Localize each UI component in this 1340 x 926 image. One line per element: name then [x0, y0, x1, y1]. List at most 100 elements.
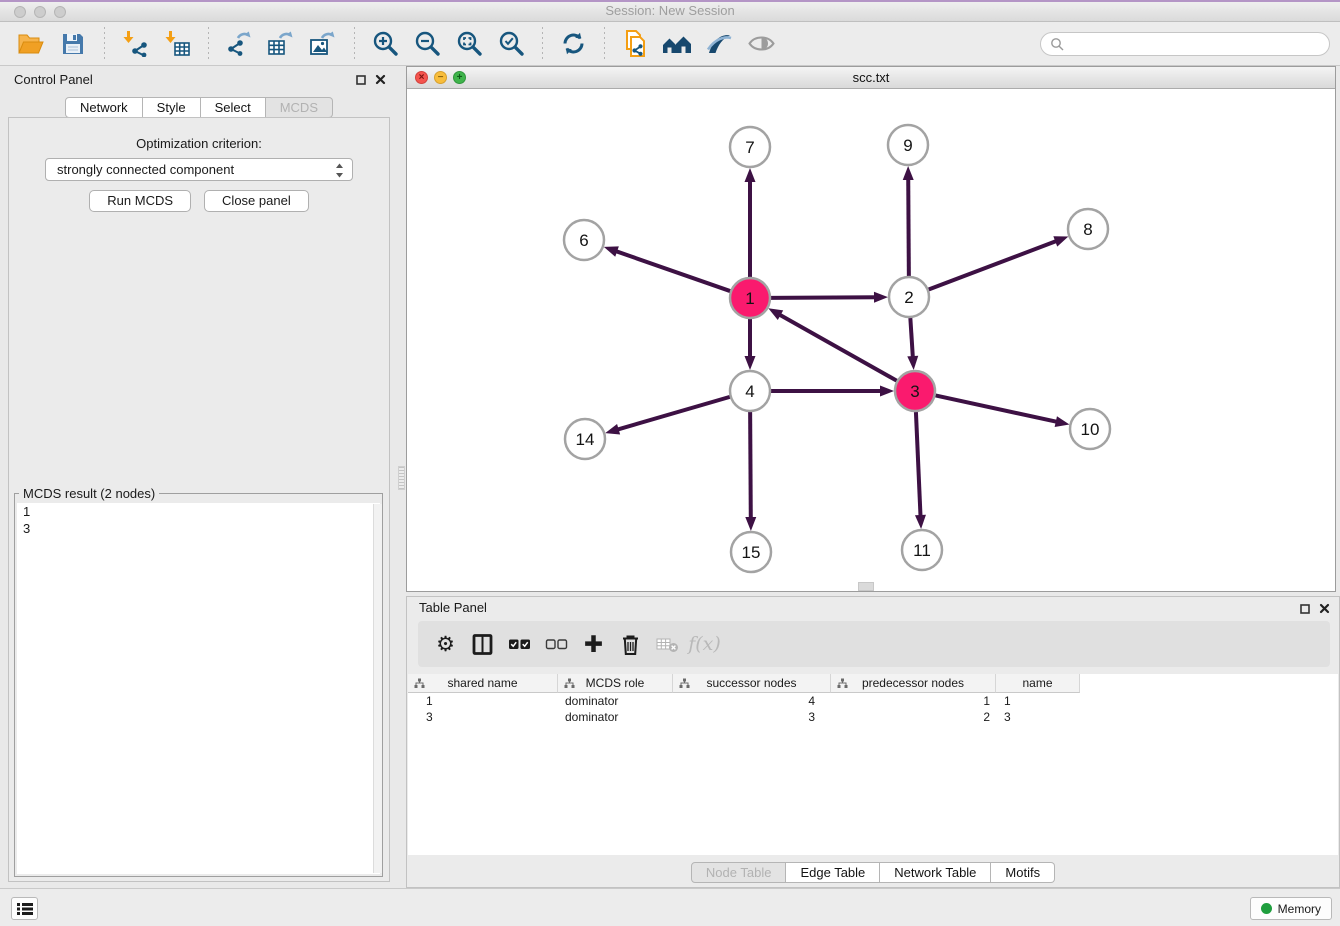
zoom-in-button[interactable] — [368, 27, 402, 61]
refresh-button[interactable] — [556, 27, 590, 61]
table-panel-tabs: Node TableEdge TableNetwork TableMotifs — [407, 862, 1339, 883]
search-box[interactable] — [1040, 32, 1330, 56]
edge-4-14[interactable] — [605, 397, 730, 435]
vertical-splitter-grip[interactable] — [398, 466, 405, 490]
create-column-button[interactable]: ✚ — [575, 626, 612, 662]
zoom-selected-button[interactable] — [494, 27, 528, 61]
main-toolbar — [0, 22, 1340, 66]
run-mcds-button[interactable]: Run MCDS — [89, 190, 191, 212]
edge-4-3[interactable] — [771, 386, 894, 397]
edge-3-11[interactable] — [915, 412, 926, 529]
cell-successor-nodes[interactable]: 4 — [673, 693, 831, 709]
export-network-button[interactable] — [222, 27, 256, 61]
edge-4-15[interactable] — [745, 412, 756, 531]
save-session-button[interactable] — [56, 27, 90, 61]
search-input[interactable] — [1069, 35, 1320, 52]
tab-node-table[interactable]: Node Table — [691, 862, 787, 883]
column-header-successor-nodes[interactable]: successor nodes — [673, 674, 831, 693]
node-10[interactable]: 10 — [1070, 409, 1110, 449]
edge-3-10[interactable] — [936, 395, 1070, 426]
node-11[interactable]: 11 — [902, 530, 942, 570]
node-15[interactable]: 15 — [731, 532, 771, 572]
edge-2-8[interactable] — [929, 236, 1069, 289]
toolbar-separator — [207, 27, 209, 61]
column-header-shared-name[interactable]: shared name — [408, 674, 558, 693]
node-7[interactable]: 7 — [730, 127, 770, 167]
tab-style[interactable]: Style — [143, 97, 201, 118]
table-settings-button[interactable]: ⚙ — [427, 626, 464, 662]
gear-icon: ⚙ — [436, 632, 455, 657]
close-panel-icon[interactable] — [375, 74, 386, 85]
cell-mcds-role[interactable]: dominator — [558, 693, 673, 709]
open-session-button[interactable] — [14, 27, 48, 61]
destroy-table-button[interactable] — [649, 626, 686, 662]
cell-name[interactable]: 1 — [996, 693, 1080, 709]
node-14[interactable]: 14 — [565, 419, 605, 459]
edge-2-9[interactable] — [903, 166, 914, 276]
node-4[interactable]: 4 — [730, 371, 770, 411]
network-window-titlebar[interactable]: × − + scc.txt — [407, 67, 1335, 89]
task-history-button[interactable] — [11, 897, 38, 920]
column-type-icon — [414, 678, 425, 689]
table-row[interactable]: 3dominator323 — [408, 709, 1338, 725]
memory-button[interactable]: Memory — [1250, 897, 1332, 920]
import-network-button[interactable] — [118, 27, 152, 61]
cell-name[interactable]: 3 — [996, 709, 1080, 725]
function-builder-button[interactable]: f(x) — [686, 626, 723, 662]
close-panel-icon[interactable] — [1319, 603, 1330, 614]
cell-successor-nodes[interactable]: 3 — [673, 709, 831, 725]
tab-select[interactable]: Select — [201, 97, 266, 118]
delete-column-button[interactable] — [612, 626, 649, 662]
export-table-button[interactable] — [264, 27, 298, 61]
float-panel-icon[interactable] — [1300, 604, 1310, 614]
edge-3-1[interactable] — [768, 308, 896, 380]
export-image-button[interactable] — [306, 27, 340, 61]
apply-style-button[interactable] — [702, 27, 736, 61]
mcds-result-list[interactable]: 13 — [17, 503, 380, 874]
layout-houses-button[interactable] — [660, 27, 694, 61]
zoom-fit-button[interactable] — [452, 27, 486, 61]
edge-2-3[interactable] — [907, 318, 918, 370]
column-header-predecessor-nodes[interactable]: predecessor nodes — [831, 674, 996, 693]
svg-text:6: 6 — [579, 231, 588, 250]
cell-predecessor-nodes[interactable]: 2 — [831, 709, 996, 725]
deselect-all-columns-button[interactable] — [538, 626, 575, 662]
tab-mcds[interactable]: MCDS — [266, 97, 333, 118]
float-panel-icon[interactable] — [356, 75, 366, 85]
tab-network-table[interactable]: Network Table — [880, 862, 991, 883]
result-scrollbar[interactable] — [373, 504, 382, 873]
mcds-result-box: MCDS result (2 nodes) 13 — [14, 493, 383, 877]
node-6[interactable]: 6 — [564, 220, 604, 260]
node-9[interactable]: 9 — [888, 125, 928, 165]
node-2[interactable]: 2 — [889, 277, 929, 317]
tab-network[interactable]: Network — [65, 97, 143, 118]
edge-1-2[interactable] — [771, 292, 888, 303]
edge-1-7[interactable] — [745, 168, 756, 277]
import-table-button[interactable] — [160, 27, 194, 61]
tab-edge-table[interactable]: Edge Table — [786, 862, 880, 883]
node-8[interactable]: 8 — [1068, 209, 1108, 249]
clone-network-button[interactable] — [618, 27, 652, 61]
show-hide-button[interactable] — [744, 27, 778, 61]
edge-1-6[interactable] — [604, 246, 730, 291]
column-header-name[interactable]: name — [996, 674, 1080, 693]
close-panel-button[interactable]: Close panel — [204, 190, 309, 212]
show-columns-button[interactable] — [464, 626, 501, 662]
zoom-out-button[interactable] — [410, 27, 444, 61]
horizontal-splitter-grip[interactable] — [858, 582, 874, 591]
network-canvas[interactable]: 7 9 6 8 1 2 4 3 14 10 15 11 — [407, 89, 1335, 591]
edge-1-4[interactable] — [745, 319, 756, 370]
cell-mcds-role[interactable]: dominator — [558, 709, 673, 725]
node-1[interactable]: 1 — [730, 278, 770, 318]
cell-predecessor-nodes[interactable]: 1 — [831, 693, 996, 709]
cell-shared-name[interactable]: 3 — [408, 709, 558, 725]
column-header-mcds-role[interactable]: MCDS role — [558, 674, 673, 693]
select-all-columns-button[interactable] — [501, 626, 538, 662]
node-3[interactable]: 3 — [895, 371, 935, 411]
optimization-criterion-select[interactable]: strongly connected component — [45, 158, 353, 181]
tab-motifs[interactable]: Motifs — [991, 862, 1055, 883]
cell-shared-name[interactable]: 1 — [408, 693, 558, 709]
table-row[interactable]: 1dominator411 — [408, 693, 1338, 709]
network-graph[interactable]: 7 9 6 8 1 2 4 3 14 10 15 11 — [407, 89, 1335, 591]
toolbar-separator — [353, 27, 355, 61]
